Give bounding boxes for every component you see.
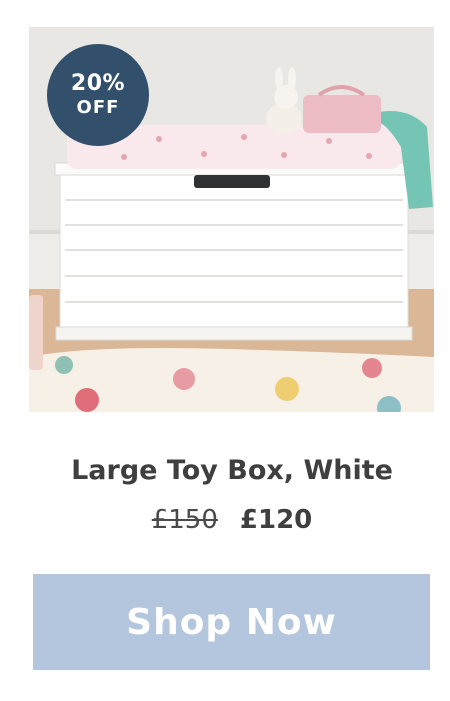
discount-percent: 20%: [70, 71, 126, 96]
discount-off-label: OFF: [76, 97, 120, 118]
shop-now-button[interactable]: Shop Now: [33, 574, 430, 670]
original-price: £150: [151, 505, 218, 535]
price-row: £150 £120: [0, 505, 450, 535]
sale-price: £120: [239, 505, 313, 535]
discount-badge: 20% OFF: [47, 44, 149, 146]
product-title[interactable]: Large Toy Box, White: [0, 455, 450, 486]
